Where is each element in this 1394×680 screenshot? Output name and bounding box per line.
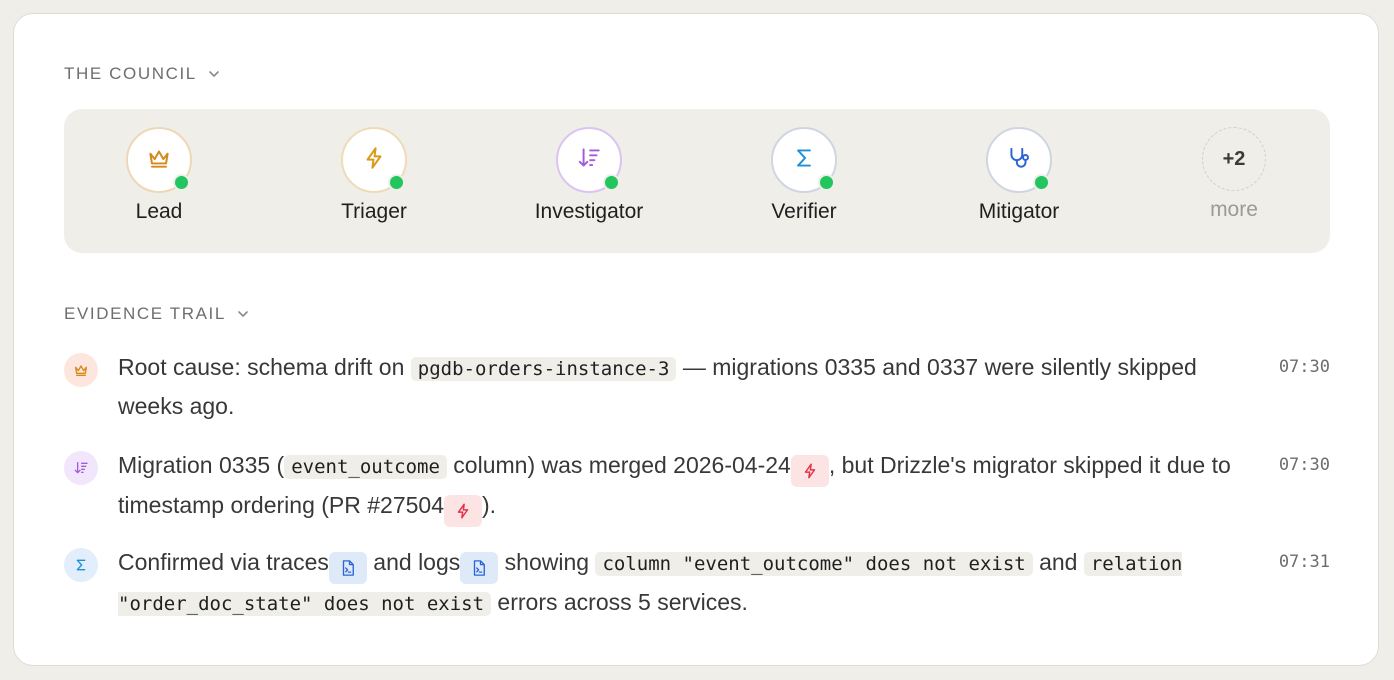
evidence-text-part: and logs: [366, 549, 461, 575]
online-status-dot: [818, 174, 835, 191]
more-count-badge: +2: [1202, 127, 1266, 191]
more-label: more: [1210, 198, 1258, 221]
council-member-investigator[interactable]: Investigator: [489, 127, 689, 224]
member-name: Investigator: [534, 200, 644, 223]
council-section-toggle[interactable]: THE COUNCIL: [64, 64, 221, 84]
online-status-dot: [603, 174, 620, 191]
code-snippet: pgdb-orders-instance-3: [410, 357, 677, 381]
online-status-dot: [1033, 174, 1050, 191]
evidence-text-part: ).: [482, 492, 497, 518]
code-snippet: event_outcome: [284, 455, 447, 479]
traces-link-chip[interactable]: [328, 552, 367, 584]
lightning-icon: [361, 145, 387, 176]
evidence-timestamp: 07:30: [1278, 455, 1330, 475]
member-avatar: [771, 127, 837, 193]
sigma-icon: [791, 145, 817, 176]
evidence-timestamp: 07:30: [1278, 357, 1330, 377]
evidence-text-part: errors across 5 services.: [491, 589, 748, 615]
online-status-dot: [388, 174, 405, 191]
evidence-text-part: Confirmed via traces: [118, 549, 329, 575]
incident-panel: THE COUNCIL Lead Triager Investigator Ve…: [13, 13, 1379, 666]
evidence-text: Migration 0335 (event_outcome column) wa…: [118, 447, 1258, 527]
sigma-icon: [64, 548, 98, 582]
council-member-verifier[interactable]: Verifier: [704, 127, 904, 224]
council-members: Lead Triager Investigator Verifier Mitig…: [64, 109, 1330, 253]
lightning-icon: [454, 502, 472, 520]
logs-link-chip[interactable]: [460, 552, 499, 584]
evidence-text-part: Root cause: schema drift on: [118, 354, 411, 380]
member-avatar: [556, 127, 622, 193]
evidence-text-part: and: [1032, 549, 1084, 575]
code-snippet: column "event_outcome" does not exist: [595, 552, 1033, 576]
member-name: Lead: [135, 200, 183, 223]
evidence-text-part: column) was merged 2026-04-24: [446, 452, 791, 478]
council-heading: THE COUNCIL: [64, 64, 197, 83]
council-member-triager[interactable]: Triager: [274, 127, 474, 224]
evidence-text-part: showing: [498, 549, 596, 575]
evidence-text: Root cause: schema drift on pgdb-orders-…: [118, 349, 1258, 425]
evidence-timestamp: 07:31: [1278, 552, 1330, 572]
council-member-lead[interactable]: Lead: [59, 127, 259, 224]
terminal-file-icon: [470, 559, 488, 577]
online-status-dot: [173, 174, 190, 191]
member-avatar: [986, 127, 1052, 193]
evidence-text-part: Migration 0335 (: [118, 452, 285, 478]
sort-descending-icon: [64, 451, 98, 485]
member-avatar: [126, 127, 192, 193]
lightning-icon: [801, 462, 819, 480]
lightning-link-chip[interactable]: [790, 455, 829, 487]
lightning-link-chip[interactable]: [444, 495, 482, 527]
crown-icon: [146, 145, 172, 176]
member-name: Verifier: [771, 200, 837, 223]
terminal-file-icon: [339, 559, 357, 577]
evidence-text: Confirmed via traces and logs showing co…: [118, 544, 1258, 623]
member-name: Mitigator: [978, 200, 1060, 223]
chevron-down-icon: [207, 67, 221, 81]
council-more-button[interactable]: +2 more: [1134, 127, 1334, 222]
crown-icon: [64, 353, 98, 387]
chevron-down-icon: [236, 307, 250, 321]
member-name: Triager: [341, 200, 407, 223]
evidence-heading: EVIDENCE TRAIL: [64, 304, 226, 323]
council-member-mitigator[interactable]: Mitigator: [919, 127, 1119, 224]
member-avatar: [341, 127, 407, 193]
sort-descending-icon: [576, 145, 602, 176]
stethoscope-icon: [1006, 145, 1032, 176]
evidence-section-toggle[interactable]: EVIDENCE TRAIL: [64, 304, 250, 324]
